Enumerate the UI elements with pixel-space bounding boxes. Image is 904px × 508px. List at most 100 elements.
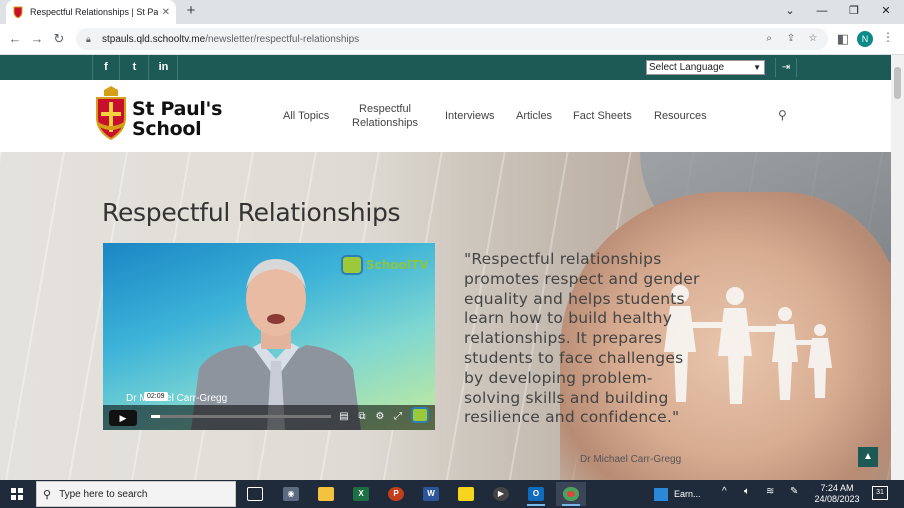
linkedin-icon[interactable]: in — [150, 55, 178, 80]
task-view-icon[interactable] — [240, 482, 270, 506]
camera-app-icon[interactable]: ◉ — [276, 482, 306, 506]
presenter-name: Dr Michael Carr-Gregg — [126, 393, 228, 404]
forward-arrow-icon[interactable]: → — [28, 30, 46, 48]
nav-label: Relationships — [352, 117, 419, 129]
profile-avatar[interactable]: N — [857, 31, 873, 47]
webpage: f t in Select Language ▼ ⇥ St Paul's Sch… — [0, 55, 891, 480]
video-player[interactable]: SchoolTV Dr Michael Carr-Gregg ▶ 02:09 ▤… — [103, 243, 435, 430]
nav-label: Respectful — [359, 103, 412, 115]
nav-respectful-relationships[interactable]: Respectful Relationships — [352, 102, 418, 130]
language-select-value: Select Language — [649, 62, 725, 73]
clock-date: 24/08/2023 — [814, 494, 860, 504]
sticky-notes-icon[interactable] — [451, 482, 481, 506]
search-icon[interactable]: ⚲ — [778, 108, 787, 122]
search-icon: ⚲ — [43, 488, 52, 501]
language-select[interactable]: Select Language ▼ — [646, 60, 765, 75]
fullscreen-icon[interactable]: ⤢ — [391, 410, 405, 424]
video-progress-bar[interactable] — [151, 415, 331, 418]
captions-icon[interactable]: ▤ — [337, 410, 351, 424]
browser-tab-active[interactable]: Respectful Relationships | St Paul' ✕ — [6, 0, 176, 24]
time-tooltip: 02:09 — [144, 392, 168, 401]
windows-taskbar: ⚲ Type here to search ◉ X P W ▶ O Earn..… — [0, 480, 904, 508]
browser-tab-strip: Respectful Relationships | St Paul' ✕ + … — [0, 0, 904, 24]
facebook-icon[interactable]: f — [92, 55, 120, 80]
page-title: Respectful Relationships — [102, 198, 401, 227]
tab-title: Respectful Relationships | St Paul' — [30, 7, 158, 17]
nav-label: Resources — [654, 110, 707, 122]
address-bar[interactable]: 🔒︎ stpauls.qld.schooltv.me/newsletter/re… — [76, 28, 828, 50]
taskbar-search-box[interactable]: ⚲ Type here to search — [36, 481, 236, 507]
earn-label: Earn... — [674, 489, 701, 499]
notification-center-icon[interactable]: 31 — [872, 486, 888, 500]
start-button[interactable] — [0, 480, 34, 508]
schooltv-logo: SchoolTV — [341, 255, 428, 275]
tab-close-icon[interactable]: ✕ — [162, 7, 170, 18]
nav-articles[interactable]: Articles — [516, 109, 552, 123]
site-header: St Paul's School All Topics Respectful R… — [0, 80, 891, 152]
minimize-button[interactable]: — — [806, 0, 838, 24]
school-name-line1: St Paul's — [132, 98, 223, 120]
excel-icon[interactable]: X — [346, 482, 376, 506]
zoom-icon[interactable]: ⌕ — [762, 32, 776, 46]
scroll-to-top-icon[interactable]: ▲ — [858, 447, 878, 467]
reload-icon[interactable]: ↻ — [50, 30, 68, 48]
browser-menu-icon[interactable]: ⋮ — [882, 30, 894, 44]
tray-chevron-icon[interactable]: ^ — [722, 486, 727, 497]
nav-fact-sheets[interactable]: Fact Sheets — [573, 109, 632, 123]
restore-button[interactable]: ❐ — [838, 0, 870, 24]
play-icon[interactable]: ▶ — [109, 410, 137, 426]
school-crest-logo[interactable] — [94, 86, 128, 140]
clock-time: 7:24 AM — [820, 483, 854, 493]
nav-interviews[interactable]: Interviews — [445, 109, 495, 123]
windows-logo-icon — [11, 488, 23, 500]
pen-icon[interactable]: ✎ — [790, 486, 798, 497]
school-name-line2: School — [132, 118, 202, 140]
url-path: /newsletter/respectful-relationships — [205, 33, 360, 45]
video-controls: ▶ 02:09 ▤ ⧉ ⚙ ⤢ — [103, 392, 435, 430]
bookmark-star-icon[interactable]: ☆ — [806, 32, 820, 46]
login-icon[interactable]: ⇥ — [775, 58, 797, 77]
nav-label: All Topics — [283, 110, 330, 122]
url-host: stpauls.qld.schooltv.me — [102, 33, 206, 45]
video-progress-fill — [151, 415, 160, 418]
wifi-icon[interactable]: ≋ — [766, 486, 774, 497]
volume-icon[interactable]: 🔈︎ — [744, 486, 750, 497]
close-window-button[interactable]: ✕ — [870, 0, 902, 24]
school-name[interactable]: St Paul's School — [132, 99, 222, 139]
word-icon[interactable]: W — [416, 482, 446, 506]
file-explorer-icon[interactable] — [311, 482, 341, 506]
tab-search-chevron-icon[interactable]: ⌄ — [774, 0, 806, 24]
side-panel-icon[interactable]: ◧ — [834, 30, 852, 48]
site-favicon-icon — [12, 6, 24, 18]
chrome-icon[interactable] — [556, 482, 586, 506]
nav-resources[interactable]: Resources — [654, 109, 707, 123]
lock-icon: 🔒︎ — [86, 33, 91, 44]
taskbar-search-placeholder: Type here to search — [59, 488, 148, 500]
chevron-down-icon: ▼ — [753, 63, 761, 72]
scrollbar-thumb[interactable] — [894, 67, 901, 99]
page-scrollbar[interactable] — [891, 55, 904, 480]
browser-toolbar: ← → ↻ 🔒︎ stpauls.qld.schooltv.me/newslet… — [0, 24, 904, 55]
new-tab-button[interactable]: + — [182, 2, 200, 20]
document-icon — [654, 487, 668, 501]
media-player-icon[interactable]: ▶ — [486, 482, 516, 506]
quote-attribution: Dr Michael Carr-Gregg — [580, 454, 682, 465]
powerpoint-icon[interactable]: P — [381, 482, 411, 506]
settings-gear-icon[interactable]: ⚙ — [373, 410, 387, 424]
outlook-icon[interactable]: O — [521, 482, 551, 506]
tv-icon — [341, 255, 363, 275]
share-icon[interactable]: ⇪ — [784, 32, 798, 46]
twitter-icon[interactable]: t — [121, 55, 149, 80]
back-arrow-icon[interactable]: ← — [6, 30, 24, 48]
nav-all-topics[interactable]: All Topics — [283, 109, 329, 123]
schooltv-brand: SchoolTV — [366, 258, 429, 272]
site-topbar: f t in Select Language ▼ ⇥ — [0, 55, 891, 80]
hero-quote: "Respectful relationships promotes respe… — [464, 250, 700, 427]
nav-label: Fact Sheets — [573, 110, 632, 122]
schooltv-mini-icon[interactable] — [411, 407, 429, 423]
hero-banner: Respectful Relationships SchoolTV Dr Mic… — [0, 152, 891, 480]
transcript-icon[interactable]: ⧉ — [355, 410, 369, 424]
taskbar-clock[interactable]: 7:24 AM 24/08/2023 — [812, 483, 862, 505]
nav-label: Articles — [516, 110, 553, 122]
taskbar-earn-item[interactable]: Earn... — [648, 482, 712, 506]
